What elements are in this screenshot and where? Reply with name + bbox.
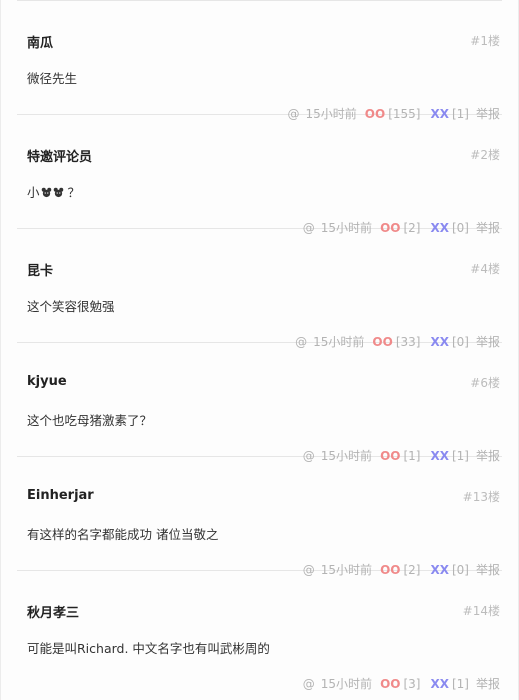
comment-meta: @ 15小时前 OO [3] XX [1] 举报 <box>303 675 500 692</box>
oo-vote-button[interactable]: OO <box>380 677 400 691</box>
floor-number[interactable]: #4楼 <box>470 260 500 277</box>
mouse-face-icon <box>53 187 63 198</box>
floor-number[interactable]: #13楼 <box>463 488 500 505</box>
comment-author[interactable]: Einherjar <box>27 488 94 503</box>
comment-author[interactable]: 昆卡 <box>27 260 53 279</box>
floor-number[interactable]: #14楼 <box>463 602 500 619</box>
comment-text: 这个也吃母猪激素了？ <box>27 413 153 428</box>
comment-text-suffix: ？ <box>67 185 81 200</box>
comment-author[interactable]: kjyue <box>27 374 67 389</box>
floor-number[interactable]: #2楼 <box>470 146 500 163</box>
xx-vote-button[interactable]: XX <box>430 677 449 691</box>
comment-text: 这个笑容很勉强 <box>27 299 115 314</box>
comments-page: 南瓜 #1楼 微径先生 @ 15小时前 OO [155] XX [1] 举报 特… <box>0 0 519 700</box>
comment-text-prefix: 小 <box>27 185 40 200</box>
comment-text: 微径先生 <box>27 71 78 86</box>
comment-item: 南瓜 #1楼 微径先生 @ 15小时前 OO [155] XX [1] 举报 <box>17 1 502 121</box>
comment-item: 秋月孝三 #14楼 可能是叫Richard. 中文名字也有叫武彬周的 @ 15小… <box>17 571 502 691</box>
comment-text: 有这样的名字都能成功 诸位当敬之 <box>27 527 219 542</box>
floor-number[interactable]: #1楼 <box>470 32 500 49</box>
mouse-face-icon <box>41 187 51 198</box>
comment-author[interactable]: 秋月孝三 <box>27 602 79 621</box>
comment-text: 可能是叫Richard. 中文名字也有叫武彬周的 <box>27 641 270 656</box>
floor-number[interactable]: #6楼 <box>470 374 500 391</box>
comment-author[interactable]: 南瓜 <box>27 32 53 51</box>
comment-item: 昆卡 #4楼 这个笑容很勉强 @ 15小时前 OO [33] XX [0] 举报 <box>17 229 502 349</box>
comment-time: 15小时前 <box>320 677 373 691</box>
comment-item: 特邀评论员 #2楼 小 ？ @ 15小时前 OO [2] XX [0] 举报 <box>17 115 502 235</box>
xx-count: [1] <box>451 676 469 691</box>
oo-count: [3] <box>403 676 421 691</box>
report-link[interactable]: 举报 <box>476 675 500 692</box>
comment-item: kjyue #6楼 这个也吃母猪激素了？ @ 15小时前 OO [1] XX [… <box>17 343 502 463</box>
comment-author[interactable]: 特邀评论员 <box>27 146 92 165</box>
reply-at-button[interactable]: @ <box>303 677 315 691</box>
comment-item: Einherjar #13楼 有这样的名字都能成功 诸位当敬之 @ 15小时前 … <box>17 457 502 577</box>
comment-text: 小 ？ <box>27 182 80 201</box>
comment-list: 南瓜 #1楼 微径先生 @ 15小时前 OO [155] XX [1] 举报 特… <box>17 1 502 691</box>
